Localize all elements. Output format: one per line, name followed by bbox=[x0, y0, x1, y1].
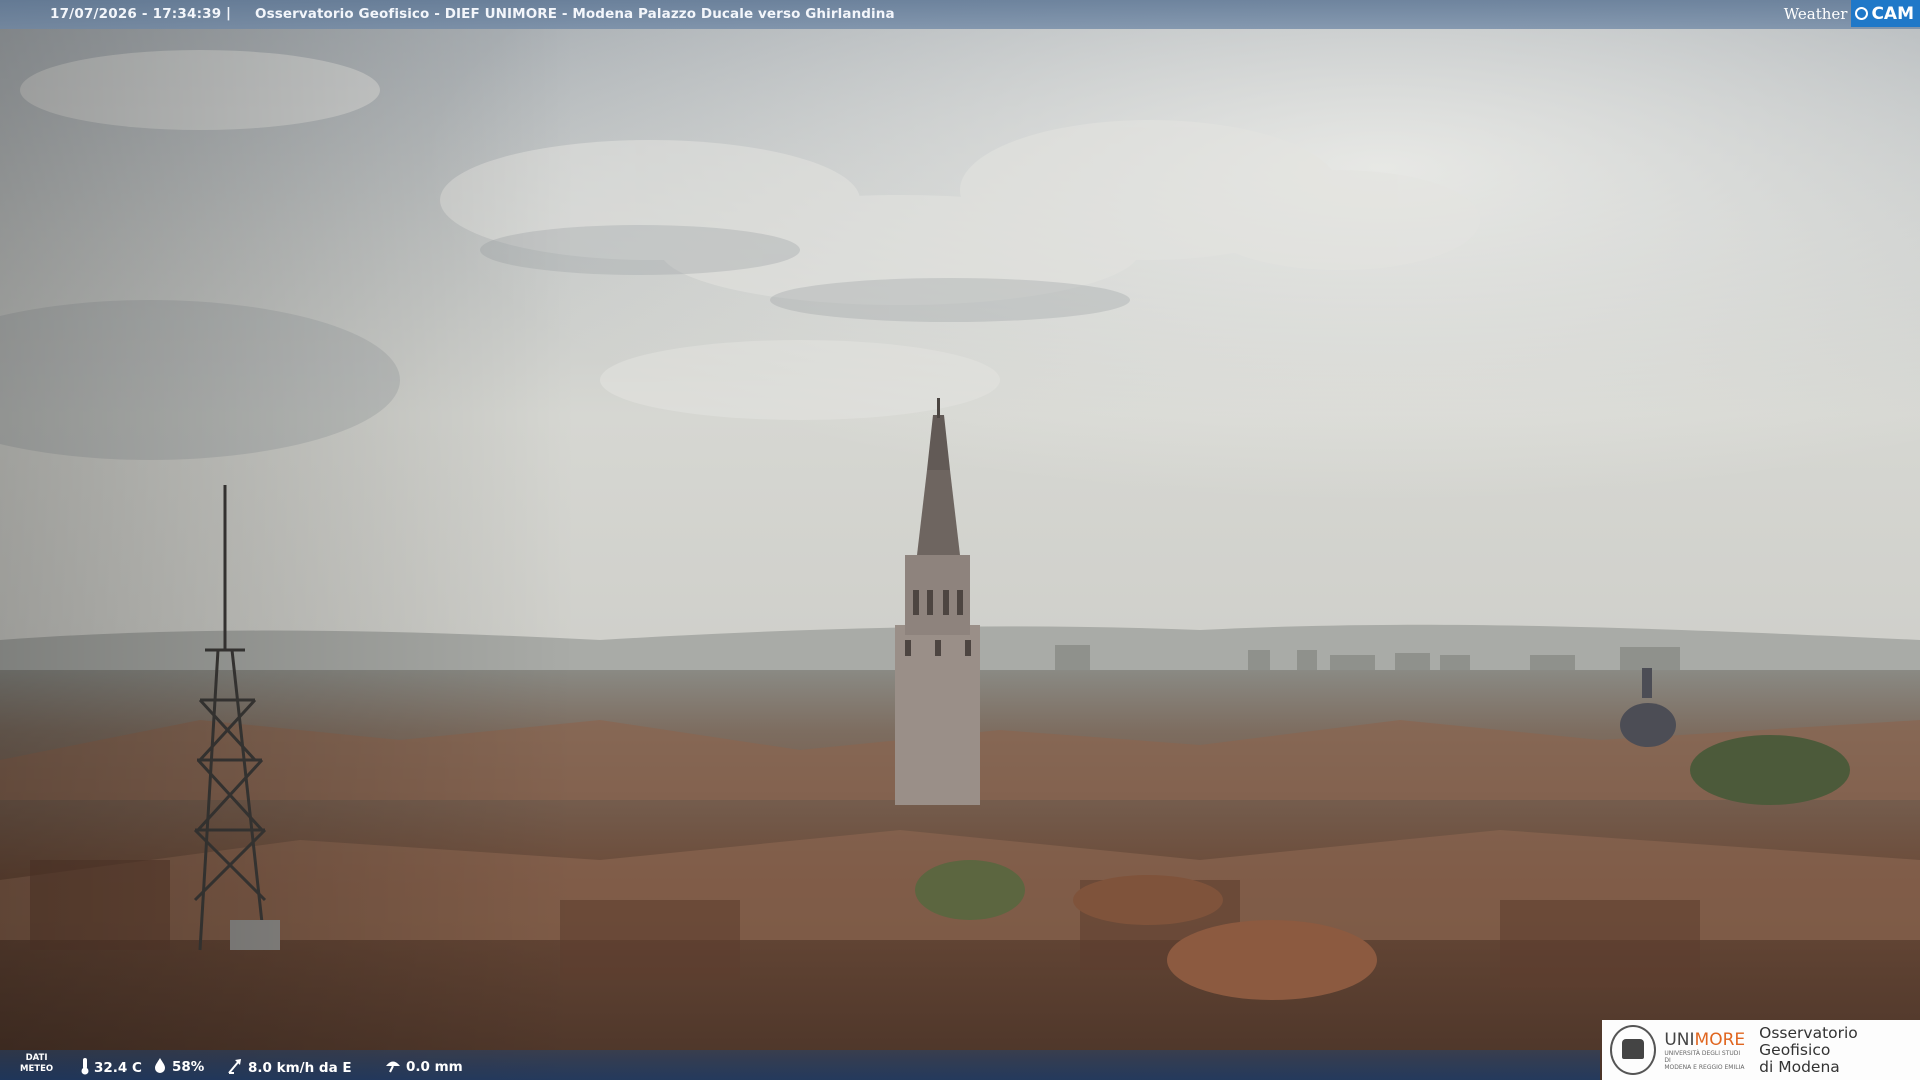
separator: | bbox=[226, 5, 231, 21]
rain-gauge-icon bbox=[384, 1057, 402, 1077]
thermometer-icon bbox=[80, 1057, 90, 1079]
unimore-wordmark: UNIMORE UNIVERSITÀ DEGLI STUDI DI MODENA… bbox=[1664, 1029, 1746, 1071]
meteo-label: DATI METEO bbox=[20, 1053, 54, 1074]
top-overlay-bar: 17/07/2026 - 17:34:39 | Osservatorio Geo… bbox=[0, 0, 1920, 29]
wind-reading: 8.0 km/h da E bbox=[226, 1057, 352, 1079]
observatory-name: Osservatorio Geofisico di Modena bbox=[1759, 1023, 1858, 1076]
humidity-reading: 58% bbox=[152, 1057, 204, 1077]
weathercam-logo: Weather CAM bbox=[1780, 0, 1920, 27]
timestamp: 17/07/2026 - 17:34:39 bbox=[50, 6, 222, 22]
webcam-scene bbox=[0, 0, 1920, 1080]
temperature-reading: 32.4 C bbox=[80, 1057, 142, 1079]
rain-reading: 0.0 mm bbox=[384, 1057, 463, 1077]
camera-title: Osservatorio Geofisico - DIEF UNIMORE - … bbox=[255, 6, 895, 22]
unimore-logo: UNIMORE UNIVERSITÀ DEGLI STUDI DI MODENA… bbox=[1602, 1020, 1920, 1080]
wind-vane-icon bbox=[226, 1057, 244, 1079]
university-seal-icon bbox=[1610, 1025, 1657, 1075]
cam-dot-icon bbox=[1855, 7, 1869, 20]
meteo-bar: DATI METEO 32.4 C 58% 8.0 km/h da E 0.0 … bbox=[0, 1050, 1600, 1080]
brand-weather: Weather bbox=[1783, 4, 1848, 23]
brand-cam: CAM bbox=[1851, 0, 1920, 27]
humidity-drop-icon bbox=[152, 1057, 168, 1077]
